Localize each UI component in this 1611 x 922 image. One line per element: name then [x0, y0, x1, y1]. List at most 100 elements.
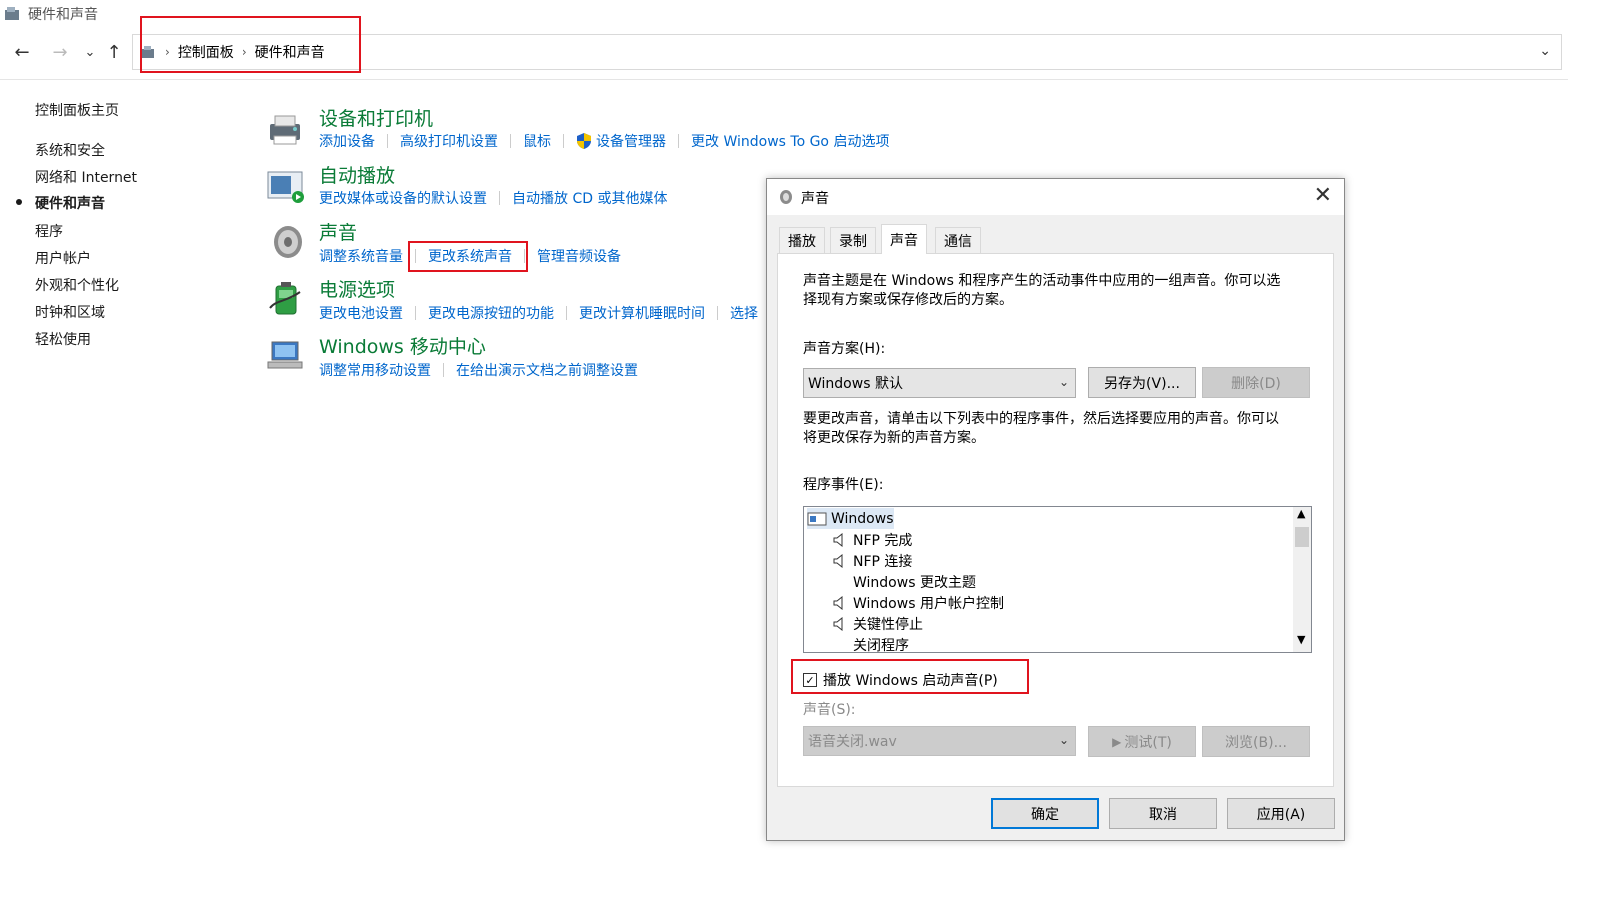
- ok-button[interactable]: 确定: [991, 798, 1099, 829]
- divider: [563, 134, 564, 148]
- list-item[interactable]: 关键性停止: [833, 613, 923, 634]
- windows-icon: [807, 512, 827, 525]
- play-icon: ▶: [1112, 734, 1122, 749]
- save-as-button[interactable]: 另存为(V)...: [1088, 367, 1196, 398]
- help-text-line2: 将更改保存为新的声音方案。: [803, 430, 985, 446]
- link-windows-to-go[interactable]: 更改 Windows To Go 启动选项: [691, 131, 889, 151]
- sidebar-item-hardware-sound[interactable]: 硬件和声音: [35, 193, 105, 213]
- shield-icon: [577, 133, 591, 149]
- highlight-box-breadcrumb: [140, 16, 361, 73]
- list-item[interactable]: Windows 用户帐户控制: [833, 592, 1004, 613]
- close-button[interactable]: ✕: [1314, 183, 1332, 208]
- sidebar-item-network[interactable]: 网络和 Internet: [35, 167, 137, 187]
- event-label: NFP 完成: [853, 532, 913, 549]
- sidebar-item-clock-region[interactable]: 时钟和区域: [35, 302, 105, 322]
- scroll-down-icon[interactable]: ▼: [1297, 633, 1305, 646]
- list-item[interactable]: 关闭程序: [853, 634, 909, 653]
- printer-icon: [270, 115, 300, 145]
- link-manage-audio-devices[interactable]: 管理音频设备: [537, 246, 621, 266]
- speaker-icon: [833, 553, 845, 568]
- category-title-devices-printers[interactable]: 设备和打印机: [319, 104, 433, 131]
- event-label: Windows 更改主题: [853, 574, 976, 591]
- tab-sounds[interactable]: 声音: [881, 224, 927, 254]
- battery-icon: [269, 282, 301, 315]
- scheme-label: 声音方案(H):: [803, 341, 886, 357]
- chevron-down-icon: ⌄: [1058, 733, 1069, 747]
- link-autoplay-cd[interactable]: 自动播放 CD 或其他媒体: [512, 188, 667, 208]
- sidebar-item-user-accounts[interactable]: 用户帐户: [35, 248, 91, 268]
- divider: [566, 306, 567, 320]
- sound-scheme-select[interactable]: Windows 默认 ⌄: [803, 368, 1076, 398]
- control-panel-icon: [5, 7, 19, 20]
- highlight-box-startup-sound: [791, 659, 1029, 694]
- category-links-mobility-center: 调整常用移动设置 在给出演示文档之前调整设置: [319, 360, 638, 380]
- link-adjust-volume[interactable]: 调整系统音量: [319, 246, 403, 266]
- scrollbar[interactable]: ▲ ▼: [1293, 507, 1311, 652]
- sound-scheme-value: Windows 默认: [808, 376, 903, 392]
- sidebar-item-home[interactable]: 控制面板主页: [35, 100, 119, 120]
- list-item[interactable]: NFP 完成: [833, 529, 912, 550]
- category-title-power-options[interactable]: 电源选项: [319, 275, 395, 302]
- scroll-up-icon[interactable]: ▲: [1297, 507, 1305, 520]
- help-text-line1: 要更改声音，请单击以下列表中的程序事件，然后选择要应用的声音。你可以: [803, 411, 1279, 427]
- sidebar-item-ease-of-access[interactable]: 轻松使用: [35, 329, 91, 349]
- link-mobility-settings[interactable]: 调整常用移动设置: [319, 360, 431, 380]
- link-advanced-printer-settings[interactable]: 高级打印机设置: [400, 131, 498, 151]
- active-indicator: [16, 199, 22, 205]
- divider: [678, 134, 679, 148]
- tab-playback[interactable]: 播放: [779, 227, 825, 253]
- link-presentation-settings[interactable]: 在给出演示文档之前调整设置: [456, 360, 638, 380]
- forward-button[interactable]: →: [48, 40, 72, 64]
- category-title-autoplay[interactable]: 自动播放: [319, 161, 395, 188]
- link-mouse[interactable]: 鼠标: [523, 131, 551, 151]
- sound-dialog: 声音 ✕ 播放 录制 声音 通信 声音主题是在 Windows 和程序产生的活动…: [766, 178, 1345, 841]
- link-change-media-defaults[interactable]: 更改媒体或设备的默认设置: [319, 188, 487, 208]
- cancel-button[interactable]: 取消: [1109, 798, 1217, 829]
- sidebar-item-programs[interactable]: 程序: [35, 221, 63, 241]
- chevron-down-icon[interactable]: ⌄: [1539, 43, 1551, 59]
- divider: [387, 134, 388, 148]
- test-button-label: 测试(T): [1124, 734, 1172, 751]
- category-title-mobility-center[interactable]: Windows 移动中心: [319, 332, 486, 359]
- dialog-title-bar[interactable]: 声音 ✕: [767, 179, 1344, 215]
- category-title-sound[interactable]: 声音: [319, 218, 357, 245]
- program-events-list[interactable]: Windows NFP 完成 NFP 连接 Windows 更改主题 Windo…: [803, 506, 1312, 653]
- link-add-device[interactable]: 添加设备: [319, 131, 375, 151]
- browse-button[interactable]: 浏览(B)...: [1202, 726, 1310, 757]
- divider: [443, 363, 444, 377]
- sidebar-item-appearance[interactable]: 外观和个性化: [35, 275, 119, 295]
- event-label: 关键性停止: [853, 616, 923, 633]
- highlight-box-change-sounds: [408, 241, 528, 272]
- sidebar-item-security[interactable]: 系统和安全: [35, 140, 105, 160]
- dialog-title: 声音: [801, 191, 829, 207]
- divider: [717, 306, 718, 320]
- up-button[interactable]: ↑: [102, 40, 126, 64]
- chevron-down-icon: ⌄: [1058, 375, 1069, 389]
- scroll-thumb[interactable]: [1295, 527, 1309, 547]
- speaker-icon: [780, 190, 792, 204]
- list-item[interactable]: Windows 更改主题: [853, 571, 976, 592]
- recent-locations-button[interactable]: ⌄: [78, 40, 102, 64]
- link-power-button-function[interactable]: 更改电源按钮的功能: [428, 303, 554, 323]
- category-links-autoplay: 更改媒体或设备的默认设置 自动播放 CD 或其他媒体: [319, 188, 667, 208]
- speaker-icon: [833, 616, 845, 631]
- tab-communications[interactable]: 通信: [935, 227, 981, 253]
- link-sleep-time[interactable]: 更改计算机睡眠时间: [579, 303, 705, 323]
- list-item[interactable]: NFP 连接: [833, 550, 912, 571]
- apply-button[interactable]: 应用(A): [1227, 798, 1335, 829]
- speaker-icon: [833, 532, 845, 547]
- divider: [0, 79, 1568, 80]
- intro-text-line1: 声音主题是在 Windows 和程序产生的活动事件中应用的一组声音。你可以选: [803, 273, 1281, 289]
- link-device-manager[interactable]: 设备管理器: [596, 131, 666, 151]
- test-button[interactable]: ▶ 测试(T): [1088, 726, 1196, 757]
- list-item[interactable]: Windows: [807, 508, 894, 529]
- category-links-devices-printers: 添加设备 高级打印机设置 鼠标 设备管理器 更改 Windows To Go 启…: [319, 131, 889, 151]
- back-button[interactable]: ←: [10, 40, 34, 64]
- category-links-power-options: 更改电池设置 更改电源按钮的功能 更改计算机睡眠时间 选择: [319, 303, 758, 323]
- divider: [415, 306, 416, 320]
- sound-file-select[interactable]: 语音关闭.wav ⌄: [803, 726, 1076, 756]
- link-change-battery-settings[interactable]: 更改电池设置: [319, 303, 403, 323]
- delete-button[interactable]: 删除(D): [1202, 367, 1310, 398]
- tab-recording[interactable]: 录制: [830, 227, 876, 253]
- link-choose-power-plan[interactable]: 选择: [730, 303, 758, 323]
